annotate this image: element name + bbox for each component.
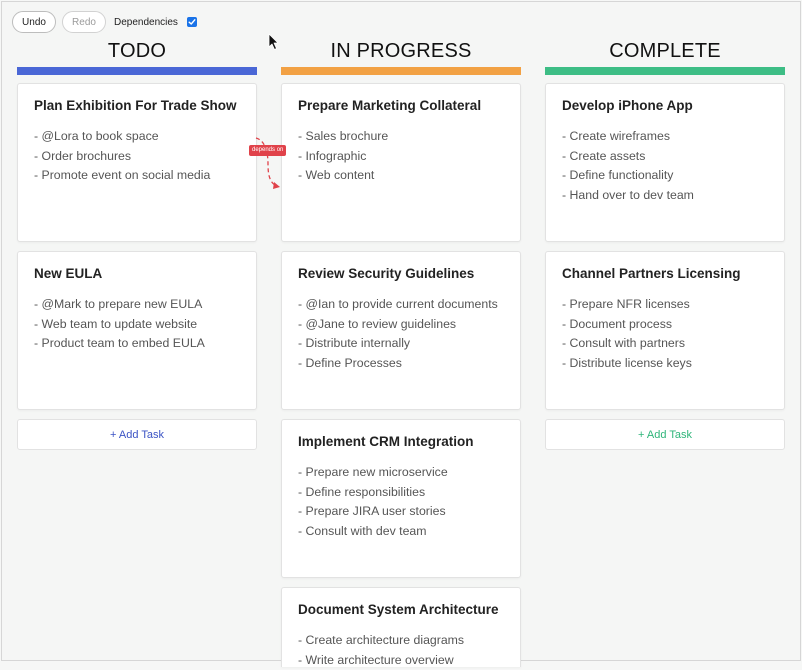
card-item: - Distribute internally [298,336,411,351]
card-item: - Create assets [562,148,646,163]
task-card[interactable]: New EULA - @Mark to prepare new EULA - W… [17,251,257,410]
column-color-bar [545,67,785,75]
card-items: - Sales brochure - Infographic - Web con… [298,127,388,186]
card-item: - @Ian to provide current documents [298,297,498,311]
task-card[interactable]: Document System Architecture - Create ar… [281,587,521,667]
dependency-label: depends on [249,145,287,156]
mouse-pointer-icon [268,33,279,50]
checkmark-icon [188,19,196,25]
card-item: - Consult with dev team [298,523,427,538]
card-item: - Prepare new microservice [298,465,448,479]
card-items: - Create wireframes - Create assets - De… [562,127,694,205]
card-items: - Prepare NFR licenses - Document proces… [562,295,692,373]
column-in-progress: IN PROGRESS Prepare Marketing Collateral… [281,38,521,667]
card-item: - Define functionality [562,168,674,183]
column-title: IN PROGRESS [330,40,472,62]
card-item: - Create architecture diagrams [298,633,465,647]
column-color-bar [281,67,521,75]
undo-button[interactable]: Undo [12,11,56,33]
card-item: - Web content [298,168,375,183]
redo-button[interactable]: Redo [62,11,106,33]
card-item: - @Jane to review guidelines [298,316,457,331]
task-card[interactable]: Plan Exhibition For Trade Show - @Lora t… [17,83,257,242]
add-task-button[interactable]: + Add Task [545,419,785,450]
column-todo: TODO Plan Exhibition For Trade Show - @L… [17,38,257,450]
card-items: - Prepare new microservice - Define resp… [298,463,448,541]
column-title: COMPLETE [609,40,721,62]
column-complete: COMPLETE Develop iPhone App - Create wir… [545,38,785,450]
task-card[interactable]: Implement CRM Integration - Prepare new … [281,419,521,578]
card-items: - @Lora to book space - Order brochures … [34,127,210,186]
card-item: - Promote event on social media [34,168,211,183]
card-item: - Define Processes [298,355,402,370]
card-title: New EULA [34,266,103,281]
column-color-bar [17,67,257,75]
task-card[interactable]: Review Security Guidelines - @Ian to pro… [281,251,521,410]
card-title: Implement CRM Integration [298,434,474,449]
card-item: - @Mark to prepare new EULA [34,297,203,311]
card-title: Develop iPhone App [562,98,693,113]
dependencies-checkbox[interactable] [186,17,197,27]
task-card[interactable]: Prepare Marketing Collateral - Sales bro… [281,83,521,242]
toolbar: Undo Redo Dependencies [12,11,197,33]
card-item: - Order brochures [34,148,132,163]
card-title: Plan Exhibition For Trade Show [34,98,237,113]
dependencies-label: Dependencies [114,16,178,28]
card-item: - Distribute license keys [562,355,692,370]
card-item: - Define responsibilities [298,484,426,499]
card-item: - Prepare JIRA user stories [298,504,446,519]
card-title: Prepare Marketing Collateral [298,98,482,113]
card-title: Review Security Guidelines [298,266,475,281]
card-item: - Infographic [298,148,367,163]
add-task-button[interactable]: + Add Task [17,419,257,450]
card-items: - @Mark to prepare new EULA - Web team t… [34,295,205,354]
card-items: - @Ian to provide current documents - @J… [298,295,498,373]
card-title: Channel Partners Licensing [562,266,741,281]
card-item: - Web team to update website [34,316,198,331]
card-items: - Create architecture diagrams - Write a… [298,631,464,670]
card-item: - Consult with partners [562,336,686,351]
card-item: - Product team to embed EULA [34,336,205,351]
dependency-arrow-icon[interactable] [240,130,300,200]
task-card[interactable]: Channel Partners Licensing - Prepare NFR… [545,251,785,410]
card-title: Document System Architecture [298,602,499,617]
card-item: - Document process [562,316,673,331]
card-item: - Prepare NFR licenses [562,297,690,311]
card-item: - Create wireframes [562,129,670,143]
card-item: - Hand over to dev team [562,187,694,202]
column-title: TODO [107,40,167,62]
card-item: - @Lora to book space [34,129,159,143]
card-item: - Write architecture overview [298,652,454,667]
task-card[interactable]: Develop iPhone App - Create wireframes -… [545,83,785,242]
card-item: - Sales brochure [298,129,389,143]
